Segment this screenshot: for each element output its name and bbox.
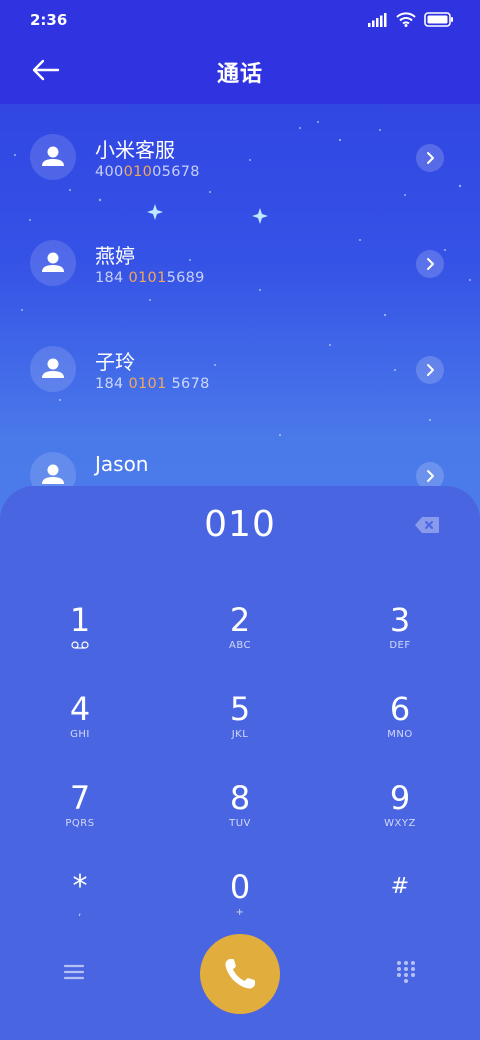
contact-name: Jason <box>95 452 149 476</box>
key-2[interactable]: 2 ABC <box>180 602 300 682</box>
contact-item[interactable]: 燕婷 184 01015689 <box>0 210 480 316</box>
key-4[interactable]: 4 GHI <box>20 691 140 771</box>
dialed-number: 010 <box>204 504 276 545</box>
key-digit: 8 <box>229 779 251 817</box>
key-6[interactable]: 6 MNO <box>340 691 460 771</box>
wifi-icon <box>396 12 416 27</box>
key-hash[interactable]: # <box>340 869 460 949</box>
status-time: 2:36 <box>30 11 68 29</box>
key-letters: WXYZ <box>384 818 416 829</box>
status-bar: 2:36 <box>0 0 480 40</box>
hide-keypad-button[interactable] <box>392 958 420 986</box>
contact-name: 子玲 <box>95 350 135 374</box>
menu-icon <box>63 964 85 980</box>
avatar <box>30 240 76 286</box>
key-letters: PQRS <box>65 818 95 829</box>
key-digit: 7 <box>69 779 91 817</box>
key-digit: * <box>72 869 88 904</box>
key-letters: JKL <box>231 729 249 740</box>
key-1[interactable]: 1 <box>20 602 140 682</box>
key-letters: TUV <box>229 818 251 829</box>
signal-icon <box>368 12 387 27</box>
menu-button[interactable] <box>60 960 88 984</box>
key-digit: 4 <box>69 690 91 728</box>
contact-number: 184 01015689 <box>95 270 205 286</box>
key-5[interactable]: 5 JKL <box>180 691 300 771</box>
page-title: 通话 <box>216 62 263 87</box>
key-letters: + <box>235 907 245 918</box>
call-button[interactable] <box>200 934 280 1014</box>
backspace-button[interactable] <box>414 516 440 534</box>
contact-detail-button[interactable] <box>416 250 444 278</box>
key-7[interactable]: 7 PQRS <box>20 780 140 860</box>
key-letters: MNO <box>387 729 413 740</box>
key-star[interactable]: * , <box>20 869 140 949</box>
contact-number: 184 0101 5678 <box>95 376 210 392</box>
key-digit: 3 <box>389 601 411 639</box>
dialpad-panel: 010 1 2 ABC 3 DEF 4 GHI 5 JKL 6 MNO 7 PQ… <box>0 486 480 1040</box>
contact-detail-button[interactable] <box>416 144 444 172</box>
contact-item[interactable]: 子玲 184 0101 5678 <box>0 316 480 422</box>
contact-detail-button[interactable] <box>416 356 444 384</box>
contact-number: 40001005678 <box>95 164 200 180</box>
status-icons <box>368 12 454 27</box>
keypad-grid-icon <box>397 961 415 983</box>
voicemail-icon <box>71 641 89 649</box>
key-letters <box>340 907 460 919</box>
key-9[interactable]: 9 WXYZ <box>340 780 460 860</box>
contact-item[interactable]: 小米客服 40001005678 <box>0 104 480 210</box>
key-digit: 9 <box>389 779 411 817</box>
chevron-right-icon <box>427 258 434 270</box>
contact-name: 小米客服 <box>95 138 175 162</box>
phone-icon <box>225 959 255 989</box>
chevron-right-icon <box>427 152 434 164</box>
person-icon <box>42 358 64 378</box>
contact-name: 燕婷 <box>95 244 135 268</box>
header: 通话 <box>0 40 480 104</box>
battery-icon <box>424 12 453 27</box>
key-digit: 2 <box>229 601 251 639</box>
avatar <box>30 346 76 392</box>
key-letters <box>20 640 140 652</box>
key-letters: , <box>78 907 82 918</box>
key-3[interactable]: 3 DEF <box>340 602 460 682</box>
key-8[interactable]: 8 TUV <box>180 780 300 860</box>
key-digit: # <box>390 874 410 899</box>
person-icon <box>42 146 64 166</box>
avatar <box>30 134 76 180</box>
key-digit: 6 <box>389 690 411 728</box>
key-digit: 5 <box>229 690 251 728</box>
backspace-icon <box>415 517 439 533</box>
key-letters: DEF <box>389 640 411 651</box>
key-letters: ABC <box>228 640 251 651</box>
person-icon <box>42 252 64 272</box>
key-digit: 0 <box>229 868 251 906</box>
chevron-right-icon <box>427 364 434 376</box>
key-digit: 1 <box>69 601 91 639</box>
key-letters: GHI <box>70 729 90 740</box>
